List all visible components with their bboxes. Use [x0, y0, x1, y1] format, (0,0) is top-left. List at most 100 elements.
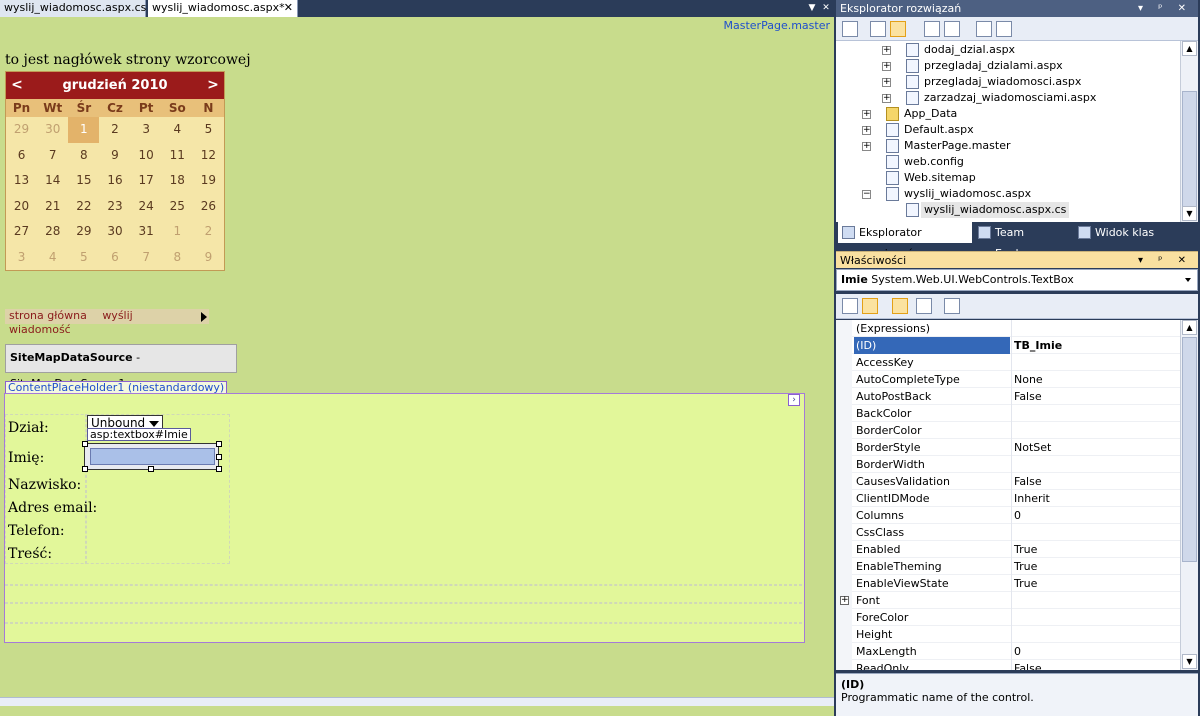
calendar-control[interactable]: < grudzień 2010 > Pn Wt Śr Cz Pt So N 29…: [5, 71, 225, 271]
property-value[interactable]: Inherit: [1011, 490, 1180, 507]
properties-scrollbar[interactable]: ▲ ▼: [1180, 320, 1198, 670]
scroll-up-icon[interactable]: ▲: [1182, 320, 1197, 335]
resize-handle-icon[interactable]: [82, 466, 88, 472]
property-value[interactable]: True: [1011, 558, 1180, 575]
calendar-day[interactable]: 9: [99, 143, 130, 169]
property-row[interactable]: (Expressions): [836, 320, 1180, 337]
calendar-day[interactable]: 26: [193, 194, 224, 220]
calendar-day[interactable]: 11: [162, 143, 193, 169]
calendar-day[interactable]: 30: [37, 117, 68, 143]
calendar-day[interactable]: 8: [162, 245, 193, 271]
chevron-down-icon[interactable]: [1185, 278, 1191, 282]
expand-icon[interactable]: +: [840, 596, 849, 605]
property-row-selected[interactable]: (ID) TB_Imie: [836, 337, 1180, 354]
calendar-prev-button[interactable]: <: [8, 72, 26, 99]
calendar-day[interactable]: 6: [99, 245, 130, 271]
tab-wyslij-wiadomosc-aspx[interactable]: wyslij_wiadomosc.aspx* ✕: [148, 0, 298, 17]
property-pages-icon[interactable]: [944, 298, 960, 314]
panel-window-buttons[interactable]: ▾ ᵖ ✕: [1138, 0, 1192, 17]
solution-explorer-scrollbar[interactable]: ▲ ▼: [1180, 41, 1198, 222]
property-value[interactable]: [1011, 592, 1180, 609]
calendar-day[interactable]: 31: [131, 219, 162, 245]
property-value[interactable]: 0: [1011, 507, 1180, 524]
property-value[interactable]: None: [1011, 371, 1180, 388]
properties-object-selector[interactable]: Imie System.Web.UI.WebControls.TextBox: [836, 269, 1198, 291]
property-row[interactable]: EnableViewState True: [836, 575, 1180, 592]
calendar-day[interactable]: 3: [131, 117, 162, 143]
calendar-day[interactable]: 28: [37, 219, 68, 245]
properties-view-icon[interactable]: [892, 298, 908, 314]
calendar-day[interactable]: 2: [99, 117, 130, 143]
calendar-day[interactable]: 10: [131, 143, 162, 169]
property-row[interactable]: AutoCompleteType None: [836, 371, 1180, 388]
imie-textbox[interactable]: [82, 441, 222, 472]
refresh-icon[interactable]: [870, 21, 886, 37]
property-row[interactable]: ClientIDMode Inherit: [836, 490, 1180, 507]
calendar-day[interactable]: 19: [193, 168, 224, 194]
calendar-day[interactable]: 20: [6, 194, 37, 220]
calendar-day[interactable]: 9: [193, 245, 224, 271]
tab-team-explorer[interactable]: Team Explorer: [974, 222, 1072, 260]
calendar-day[interactable]: 2: [193, 219, 224, 245]
horizontal-scrollbar[interactable]: [0, 697, 834, 706]
view-code-icon[interactable]: [924, 21, 940, 37]
copy-website-icon[interactable]: [976, 21, 992, 37]
tab-wyslij-wiadomosc-cs[interactable]: wyslij_wiadomosc.aspx.cs: [0, 0, 146, 17]
calendar-day[interactable]: 1: [162, 219, 193, 245]
calendar-day[interactable]: 29: [6, 117, 37, 143]
sitemap-path-breadcrumb[interactable]: strona główna wyślij wiadomość: [5, 309, 209, 336]
calendar-day[interactable]: 29: [68, 219, 99, 245]
panel-window-buttons[interactable]: ▾ ᵖ ✕: [1138, 252, 1192, 269]
calendar-day[interactable]: 3: [6, 245, 37, 271]
events-icon[interactable]: [916, 298, 932, 314]
property-value[interactable]: True: [1011, 575, 1180, 592]
property-row[interactable]: EnableTheming True: [836, 558, 1180, 575]
categorized-icon[interactable]: [842, 298, 858, 314]
calendar-day[interactable]: 22: [68, 194, 99, 220]
property-row[interactable]: ForeColor: [836, 609, 1180, 626]
property-row[interactable]: ReadOnly False: [836, 660, 1180, 670]
collapse-icon[interactable]: −: [862, 190, 871, 199]
property-value[interactable]: [1011, 422, 1180, 439]
scroll-down-icon[interactable]: ▼: [1182, 654, 1197, 669]
calendar-day[interactable]: 15: [68, 168, 99, 194]
smart-tag-arrow-icon[interactable]: ›: [788, 394, 800, 406]
expand-icon[interactable]: +: [882, 46, 891, 55]
master-page-label[interactable]: MasterPage.master: [724, 19, 830, 32]
property-row[interactable]: BorderWidth: [836, 456, 1180, 473]
property-row-font[interactable]: + Font: [836, 592, 1180, 609]
property-value[interactable]: [1011, 609, 1180, 626]
property-row[interactable]: BorderStyle NotSet: [836, 439, 1180, 456]
scroll-thumb[interactable]: [1182, 91, 1197, 209]
expand-icon[interactable]: +: [862, 110, 871, 119]
expand-icon[interactable]: +: [882, 94, 891, 103]
calendar-day[interactable]: 7: [37, 143, 68, 169]
property-row[interactable]: CssClass: [836, 524, 1180, 541]
property-value[interactable]: 0: [1011, 643, 1180, 660]
property-value[interactable]: NotSet: [1011, 439, 1180, 456]
properties-icon[interactable]: [842, 21, 858, 37]
view-designer-icon[interactable]: [944, 21, 960, 37]
property-row[interactable]: AutoPostBack False: [836, 388, 1180, 405]
calendar-day[interactable]: 6: [6, 143, 37, 169]
property-value[interactable]: False: [1011, 388, 1180, 405]
tab-class-view[interactable]: Widok klas: [1074, 222, 1158, 243]
resize-handle-icon[interactable]: [216, 454, 222, 460]
resize-handle-icon[interactable]: [216, 466, 222, 472]
property-row[interactable]: BackColor: [836, 405, 1180, 422]
calendar-day[interactable]: 27: [6, 219, 37, 245]
nest-files-icon[interactable]: [890, 21, 906, 37]
calendar-day[interactable]: 25: [162, 194, 193, 220]
properties-grid[interactable]: (Expressions) (ID) TB_Imie AccessKey Auto…: [836, 320, 1180, 670]
calendar-day[interactable]: 4: [37, 245, 68, 271]
close-icon[interactable]: ✕: [284, 0, 293, 16]
property-value[interactable]: False: [1011, 473, 1180, 490]
calendar-day[interactable]: 24: [131, 194, 162, 220]
expand-icon[interactable]: +: [862, 142, 871, 151]
scroll-up-icon[interactable]: ▲: [1182, 41, 1197, 56]
calendar-day[interactable]: 4: [162, 117, 193, 143]
calendar-day[interactable]: 13: [6, 168, 37, 194]
calendar-day[interactable]: 14: [37, 168, 68, 194]
calendar-day[interactable]: 12: [193, 143, 224, 169]
configuration-icon[interactable]: [996, 21, 1012, 37]
